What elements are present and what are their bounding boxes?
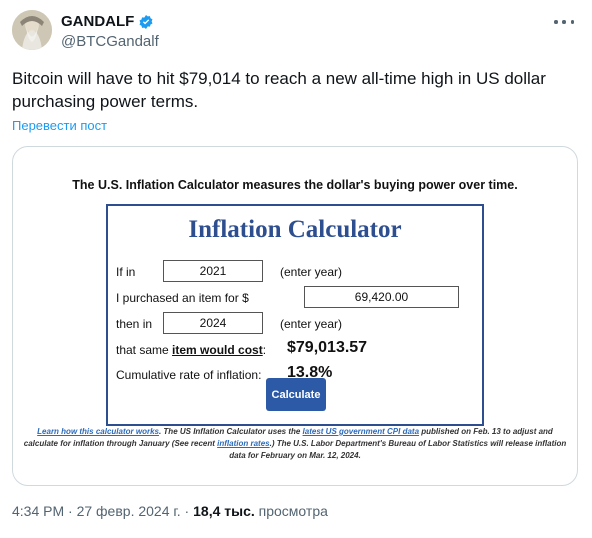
calculate-button: Calculate [266,378,326,411]
calculator-headline: The U.S. Inflation Calculator measures t… [72,178,518,192]
timestamp[interactable]: 4:34 PM · 27 февр. 2024 г. · [12,503,193,519]
enter-year-hint-2: (enter year) [280,317,343,331]
translate-post-link[interactable]: Перевести пост [12,118,107,133]
calculator-footnote: Learn how this calculator works. The US … [23,427,567,460]
avatar-image [12,10,52,50]
if-in-label: If in [116,265,136,279]
tweet-text: Bitcoin will have to hit $79,014 to reac… [12,69,546,111]
cost-value: $79,013.57 [287,339,368,356]
views-count: 18,4 тыс. [193,503,255,519]
avatar[interactable] [12,10,52,50]
verified-badge-icon [139,14,153,29]
tweet-header: GANDALF @BTCGandalf [12,10,582,54]
then-in-label: then in [116,317,153,331]
display-name[interactable]: GANDALF [61,13,134,30]
tweet-meta: 4:34 PM · 27 февр. 2024 г. · 18,4 тыс. п… [12,503,328,519]
purchased-label: I purchased an item for $ [116,291,249,305]
start-year-field: 2021 [163,260,263,282]
tweet-media-image[interactable]: The U.S. Inflation Calculator measures t… [12,146,578,486]
end-year-field: 2024 [163,312,263,334]
cost-label: that same item would cost: [116,343,267,357]
calculator-title: Inflation Calculator [188,216,402,243]
cumulative-label: Cumulative rate of inflation: [116,368,262,382]
handle[interactable]: @BTCGandalf [61,33,159,50]
amount-field: 69,420.00 [304,286,459,308]
inflation-calculator: Inflation Calculator If in 2021 (enter y… [106,204,484,426]
more-options-icon[interactable] [554,14,574,30]
views-label: просмотра [254,503,328,519]
enter-year-hint: (enter year) [280,265,343,279]
